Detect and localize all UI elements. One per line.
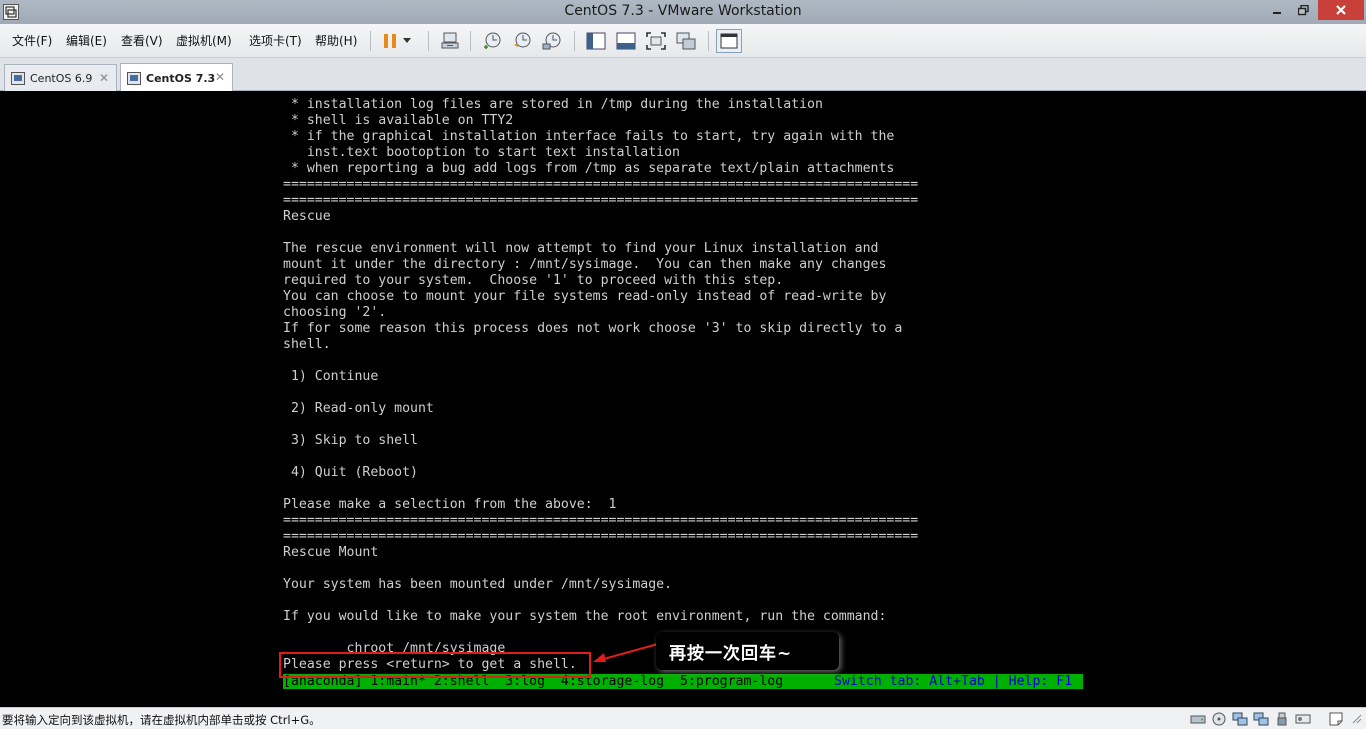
vm-console-screen[interactable]: * installation log files are stored in /… (0, 91, 1366, 707)
snapshot-button[interactable] (480, 29, 504, 53)
annotation-arrow-icon (593, 643, 659, 662)
tab-centos-7-3[interactable]: CentOS 7.3 ✕ (120, 63, 233, 92)
console-line: 2) Read-only mount (283, 401, 434, 416)
toolbar-separator (708, 31, 709, 51)
console-line: The rescue environment will now attempt … (283, 241, 879, 256)
console-line: 1) Continue (283, 369, 379, 384)
vm-icon (11, 71, 25, 85)
menu-file[interactable]: 文件(F) (12, 32, 52, 49)
console-line: shell. (283, 337, 331, 352)
console-line: If for some reason this process does not… (283, 321, 903, 336)
console-view-button[interactable] (716, 29, 742, 53)
minimize-button[interactable] (1264, 0, 1290, 20)
vm-running-icon (127, 71, 141, 85)
console-line: choosing '2'. (283, 305, 387, 320)
sidebar-button[interactable] (584, 29, 608, 53)
menu-tabs[interactable]: 选项卡(T) (249, 32, 302, 49)
pause-icon (384, 34, 396, 48)
console-line: ========================================… (283, 529, 919, 544)
console-line: * installation log files are stored in /… (283, 97, 823, 112)
window-title: CentOS 7.3 - VMware Workstation (564, 3, 802, 19)
console-line: Your system has been mounted under /mnt/… (283, 577, 673, 592)
menu-view[interactable]: 查看(V) (121, 32, 163, 49)
console-line: ========================================… (283, 193, 919, 208)
network-adapter-icon[interactable] (1232, 712, 1248, 726)
message-log-icon[interactable] (1328, 712, 1344, 726)
revert-snapshot-button[interactable] (510, 29, 534, 53)
menu-toolbar: 文件(F) 编辑(E) 查看(V) 虚拟机(M) 选项卡(T) 帮助(H) (0, 24, 1366, 58)
revert-snapshot-icon (514, 32, 531, 48)
toolbar-separator (470, 31, 471, 51)
send-ctrl-alt-del-icon (441, 32, 459, 49)
fullscreen-button[interactable] (644, 29, 668, 53)
menu-edit[interactable]: 编辑(E) (66, 32, 107, 49)
pause-button[interactable] (378, 29, 402, 53)
unity-icon (676, 32, 696, 50)
close-button[interactable] (1318, 0, 1364, 20)
snapshot-manager-icon (542, 32, 561, 50)
annotation-highlight-box (279, 652, 591, 678)
console-line: If you would like to make your system th… (283, 609, 887, 624)
status-bar: 要将输入定向到该虚拟机，请在虚拟机内部单击或按 Ctrl+G。 (0, 707, 1366, 729)
annotation-callout-text: 再按一次回车~ (669, 643, 793, 664)
console-line: ========================================… (283, 177, 919, 192)
minimize-icon (1273, 12, 1281, 14)
hard-disk-icon[interactable] (1190, 712, 1206, 726)
console-line: Rescue Mount (283, 545, 379, 560)
title-bar: CentOS 7.3 - VMware Workstation (0, 0, 1366, 24)
tmux-help-hint: Switch tab: Alt+Tab | Help: F1 (834, 674, 1073, 689)
resize-grip-icon[interactable] (1350, 712, 1364, 726)
status-message: 要将输入定向到该虚拟机，请在虚拟机内部单击或按 Ctrl+G。 (2, 713, 321, 727)
console-line: * when reporting a bug add logs from /tm… (283, 161, 895, 176)
close-tab-icon[interactable]: ✕ (215, 70, 225, 84)
snapshot-manager-button[interactable] (540, 29, 564, 53)
thumbnail-bar-icon (616, 32, 636, 50)
sidebar-icon (586, 32, 606, 50)
tab-centos-6-9[interactable]: CentOS 6.9 ✕ (4, 64, 117, 91)
vm-tab-bar: CentOS 6.9 ✕ CentOS 7.3 ✕ (0, 58, 1366, 92)
console-line: * shell is available on TTY2 (283, 113, 514, 128)
toolbar-separator (574, 31, 575, 51)
menu-help[interactable]: 帮助(H) (315, 32, 357, 49)
thumbnail-bar-button[interactable] (614, 29, 638, 53)
console-line: required to your system. Choose '1' to p… (283, 273, 784, 288)
sound-card-icon[interactable] (1295, 712, 1311, 726)
tab-label: CentOS 7.3 (146, 71, 216, 85)
usb-icon[interactable] (1274, 712, 1290, 726)
close-tab-icon[interactable]: ✕ (99, 71, 109, 85)
console-line: 3) Skip to shell (283, 433, 418, 448)
restore-button[interactable] (1290, 0, 1316, 20)
console-line: ========================================… (283, 513, 919, 528)
restore-icon (1297, 4, 1309, 15)
network-adapter-2-icon[interactable] (1253, 712, 1269, 726)
dropdown-icon (403, 38, 411, 43)
cd-dvd-icon[interactable] (1211, 712, 1227, 726)
toolbar-separator (428, 31, 429, 51)
snapshot-icon (484, 32, 501, 49)
close-icon (1336, 5, 1346, 15)
send-ctrl-alt-del-button[interactable] (438, 29, 462, 53)
console-view-icon (720, 33, 738, 49)
console-line: Rescue (283, 209, 331, 224)
menu-vm[interactable]: 虚拟机(M) (176, 32, 232, 49)
console-line: 4) Quit (Reboot) (283, 465, 418, 480)
fullscreen-icon (646, 32, 666, 50)
console-line: * if the graphical installation interfac… (283, 129, 895, 144)
tab-label: CentOS 6.9 (30, 71, 93, 85)
console-line: inst.text bootoption to start text insta… (283, 145, 680, 160)
annotation-callout: 再按一次回车~ (656, 632, 839, 670)
console-line: Please make a selection from the above: … (283, 497, 617, 512)
unity-button[interactable] (674, 29, 698, 53)
console-line: mount it under the directory : /mnt/sysi… (283, 257, 887, 272)
toolbar-separator (370, 31, 371, 51)
power-dropdown[interactable] (400, 29, 414, 53)
console-line: You can choose to mount your file system… (283, 289, 887, 304)
